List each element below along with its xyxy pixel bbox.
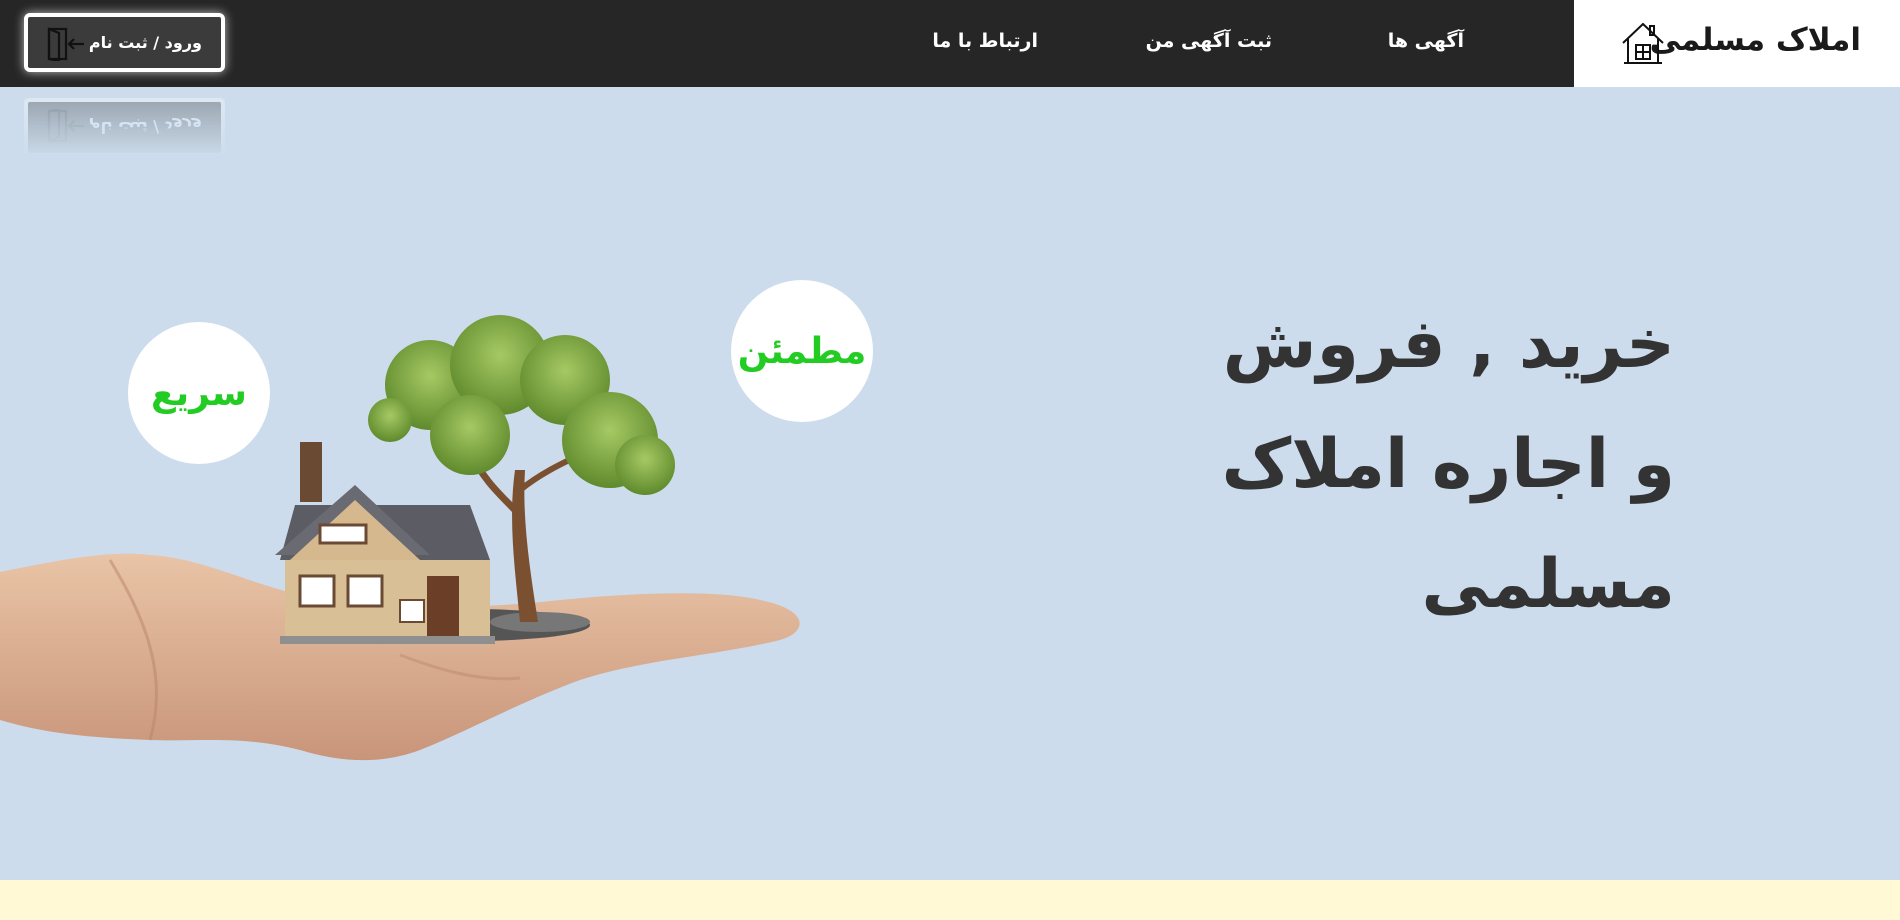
hero-title-line-1: خرید , فروش (1222, 305, 1675, 384)
nav-ads-link[interactable]: آگهی ها (1388, 30, 1464, 52)
hero-title-line-2: و اجاره املاک (1221, 425, 1675, 504)
brand-logo-area[interactable]: املاک مسلمی (1574, 0, 1900, 87)
page: املاک مسلمی آگهی ها ثبت آگهی من ارتباط ب… (0, 0, 1900, 920)
hero-title: خرید , فروش و اجاره املاک مسلمی (1115, 285, 1675, 645)
reliable-badge: مطمئن (731, 280, 873, 422)
login-button-reflection: ورود / ثبت نام (24, 98, 225, 157)
login-register-button[interactable]: ورود / ثبت نام (24, 13, 225, 72)
login-register-label: ورود / ثبت نام (88, 33, 202, 52)
nav-contact-link[interactable]: ارتباط با ما (932, 30, 1038, 52)
login-register-label-reflection: ورود / ثبت نام (88, 118, 202, 137)
house-icon (1622, 22, 1664, 64)
brand-name: املاک مسلمی (1649, 22, 1861, 58)
login-button-reflection-box: ورود / ثبت نام (24, 98, 225, 157)
fast-badge: سریع (128, 322, 270, 464)
top-navbar: املاک مسلمی آگهی ها ثبت آگهی من ارتباط ب… (0, 0, 1900, 87)
nav-post-ad-link[interactable]: ثبت آگهی من (1146, 30, 1272, 52)
login-door-icon (47, 109, 84, 143)
next-section-band (0, 880, 1900, 920)
hand-holding-house-illustration (0, 315, 800, 761)
hero-title-line-3: مسلمی (1421, 545, 1675, 624)
login-door-icon (47, 27, 84, 61)
